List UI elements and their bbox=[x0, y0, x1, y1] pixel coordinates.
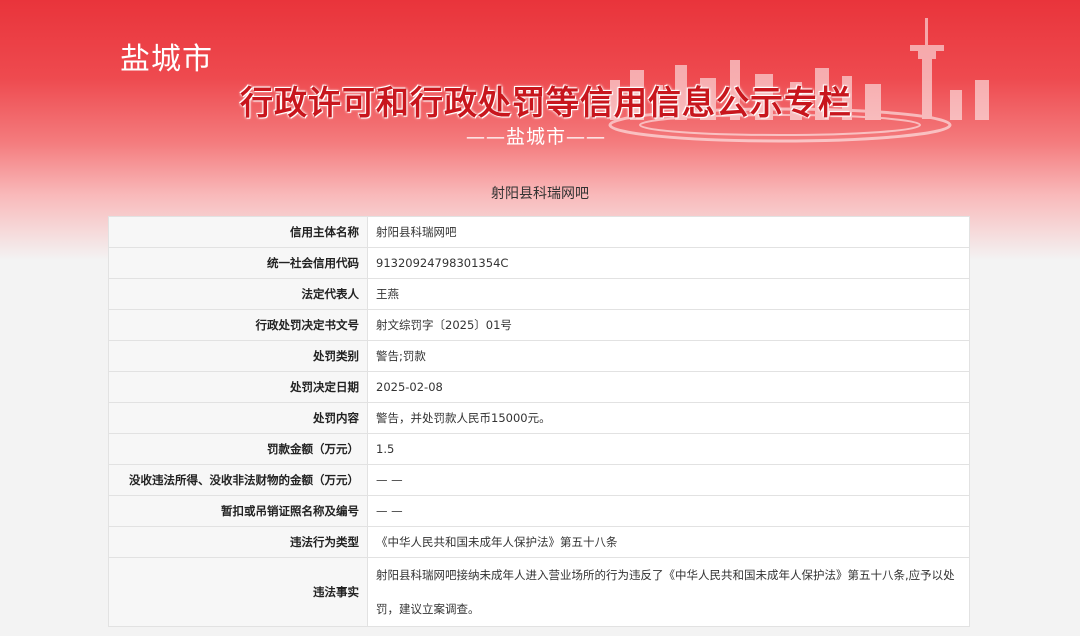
table-row: 罚款金额（万元） 1.5 bbox=[108, 433, 970, 465]
table-row: 违法事实 射阳县科瑞网吧接纳未成年人进入营业场所的行为违反了《中华人民共和国未成… bbox=[108, 557, 970, 627]
row-value: 射文综罚字〔2025〕01号 bbox=[367, 309, 970, 341]
table-row: 法定代表人 王燕 bbox=[108, 278, 970, 310]
page-title: 行政许可和行政处罚等信用信息公示专栏 bbox=[240, 83, 852, 122]
row-label: 暂扣或吊销证照名称及编号 bbox=[108, 495, 368, 527]
table-row: 处罚类别 警告;罚款 bbox=[108, 340, 970, 372]
row-value: 警告，并处罚款人民币15000元。 bbox=[367, 402, 970, 434]
table-row: 信用主体名称 射阳县科瑞网吧 bbox=[108, 216, 970, 248]
row-value: 2025-02-08 bbox=[367, 371, 970, 403]
row-label: 信用主体名称 bbox=[108, 216, 368, 248]
row-label: 违法事实 bbox=[108, 557, 368, 627]
row-value: 91320924798301354C bbox=[367, 247, 970, 279]
row-label: 处罚决定日期 bbox=[108, 371, 368, 403]
page-subtitle: ——盐城市—— bbox=[466, 126, 607, 148]
row-label: 罚款金额（万元） bbox=[108, 433, 368, 465]
credit-info-table: 信用主体名称 射阳县科瑞网吧 统一社会信用代码 9132092479830135… bbox=[108, 216, 970, 627]
row-value: 射阳县科瑞网吧 bbox=[367, 216, 970, 248]
row-value: 王燕 bbox=[367, 278, 970, 310]
row-value: — — bbox=[367, 464, 970, 496]
row-value: 《中华人民共和国未成年人保护法》第五十八条 bbox=[367, 526, 970, 558]
table-row: 没收违法所得、没收非法财物的金额（万元） — — bbox=[108, 464, 970, 496]
entity-heading: 射阳县科瑞网吧 bbox=[491, 186, 589, 202]
row-value: 1.5 bbox=[367, 433, 970, 465]
row-value: 射阳县科瑞网吧接纳未成年人进入营业场所的行为违反了《中华人民共和国未成年人保护法… bbox=[367, 557, 970, 627]
row-label: 没收违法所得、没收非法财物的金额（万元） bbox=[108, 464, 368, 496]
row-value: 警告;罚款 bbox=[367, 340, 970, 372]
city-name: 盐城市 bbox=[120, 42, 213, 77]
row-label: 处罚类别 bbox=[108, 340, 368, 372]
row-label: 违法行为类型 bbox=[108, 526, 368, 558]
table-row: 处罚决定日期 2025-02-08 bbox=[108, 371, 970, 403]
table-row: 暂扣或吊销证照名称及编号 — — bbox=[108, 495, 970, 527]
row-label: 行政处罚决定书文号 bbox=[108, 309, 368, 341]
table-row: 处罚内容 警告，并处罚款人民币15000元。 bbox=[108, 402, 970, 434]
table-row: 行政处罚决定书文号 射文综罚字〔2025〕01号 bbox=[108, 309, 970, 341]
table-row: 违法行为类型 《中华人民共和国未成年人保护法》第五十八条 bbox=[108, 526, 970, 558]
table-row: 统一社会信用代码 91320924798301354C bbox=[108, 247, 970, 279]
row-label: 法定代表人 bbox=[108, 278, 368, 310]
row-label: 统一社会信用代码 bbox=[108, 247, 368, 279]
row-value: — — bbox=[367, 495, 970, 527]
row-label: 处罚内容 bbox=[108, 402, 368, 434]
